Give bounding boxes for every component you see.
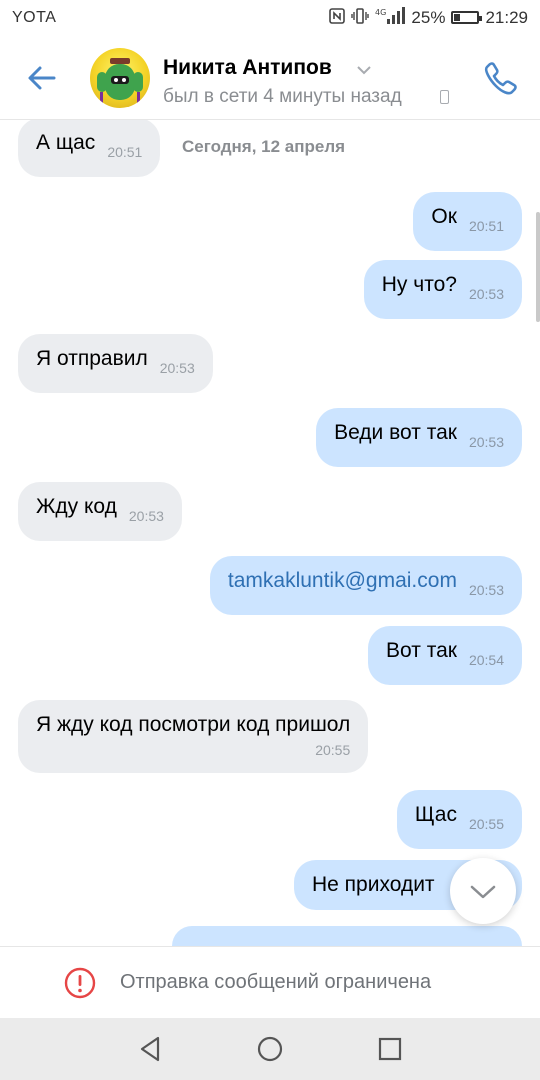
message-text: Я отправил [36,347,148,370]
nav-recents-button[interactable] [375,1034,405,1064]
message-outgoing[interactable]: Щас 20:55 [396,790,522,849]
cactus-avatar-icon [97,58,143,108]
message-outgoing[interactable]: tamkakluntik@gmai.com 20:53 [209,556,522,615]
email-link[interactable]: tamkakluntik@gmai.com [228,568,457,594]
network-type: 4G [375,8,386,17]
message-time: 20:53 [468,434,504,450]
warning-circle-icon [64,967,96,999]
battery-percent: 25% [411,7,446,27]
message-time: 20:51 [107,144,143,160]
status-icons: 4G 25% 21:29 [329,7,528,28]
last-seen-status: был в сети 4 минуты назад [163,86,402,107]
message-time: 20:51 [468,218,504,234]
message-incoming[interactable]: Я отправил 20:53 [18,334,213,393]
message-text: Ну что? [381,273,457,296]
message-text: Я жду код посмотри код пришол [36,713,351,736]
nav-back-button[interactable] [136,1034,166,1064]
avatar[interactable] [90,48,150,108]
message-outgoing-partial[interactable] [172,926,522,946]
message-text: Ок [431,205,457,228]
message-incoming[interactable]: А щас 20:51 [18,120,161,177]
message-text: Щас [414,803,457,826]
back-button[interactable] [22,58,62,98]
square-recents-icon [378,1037,402,1061]
message-time: 20:53 [468,286,504,302]
contact-name[interactable]: Никита Антипов [163,56,332,80]
battery-icon [451,11,483,24]
phone-icon [484,62,517,95]
message-time: 20:54 [468,652,504,668]
message-incoming[interactable]: Жду код 20:53 [18,482,182,541]
message-time: 20:55 [315,742,351,758]
messaging-restricted-banner: Отправка сообщений ограничена [0,946,540,1018]
call-button[interactable] [480,58,520,98]
nav-home-button[interactable] [255,1034,285,1064]
message-outgoing[interactable]: Вот так 20:54 [368,626,522,685]
vibrate-icon [351,8,370,27]
message-outgoing[interactable]: Ну что? 20:53 [363,260,522,319]
system-nav-bar [0,1018,540,1080]
mobile-device-icon [440,90,449,104]
message-incoming[interactable]: Я жду код посмотри код пришол 20:55 [18,700,369,773]
arrow-left-icon [28,66,56,90]
scroll-down-button[interactable] [450,858,516,924]
restriction-text: Отправка сообщений ограничена [120,971,432,993]
chat-header: Никита Антипов был в сети 4 минуты назад [0,36,540,120]
nfc-icon [329,8,346,27]
message-text: Не приходит [312,873,435,896]
message-time: 20:53 [159,360,195,376]
clock: 21:29 [485,7,528,27]
message-outgoing[interactable]: Ок 20:51 [413,192,522,251]
chevron-down-icon [470,885,496,899]
message-text: Вот так [386,639,457,662]
message-time: 20:53 [128,508,164,524]
message-time: 20:55 [468,816,504,832]
status-bar: YOTA 4G 25% 21:29 [0,0,540,36]
triangle-back-icon [140,1036,160,1062]
message-list[interactable]: А щас 20:51 Сегодня, 12 апреля Ок 20:51 Ну… [0,120,540,946]
message-outgoing[interactable]: Веди вот так 20:53 [316,408,522,467]
message-text: Веди вот так [334,421,457,444]
scrollbar[interactable] [536,212,540,322]
date-separator: Сегодня, 12 апреля [182,137,346,156]
4g-signal-icon: 4G [375,7,406,28]
message-time: 20:53 [468,582,504,598]
carrier-name: YOTA [12,9,57,26]
message-text: Жду код [36,495,117,518]
battery-level [454,14,461,21]
chevron-down-icon[interactable] [356,62,372,80]
circle-home-icon [257,1036,283,1062]
message-text: А щас [36,131,96,154]
